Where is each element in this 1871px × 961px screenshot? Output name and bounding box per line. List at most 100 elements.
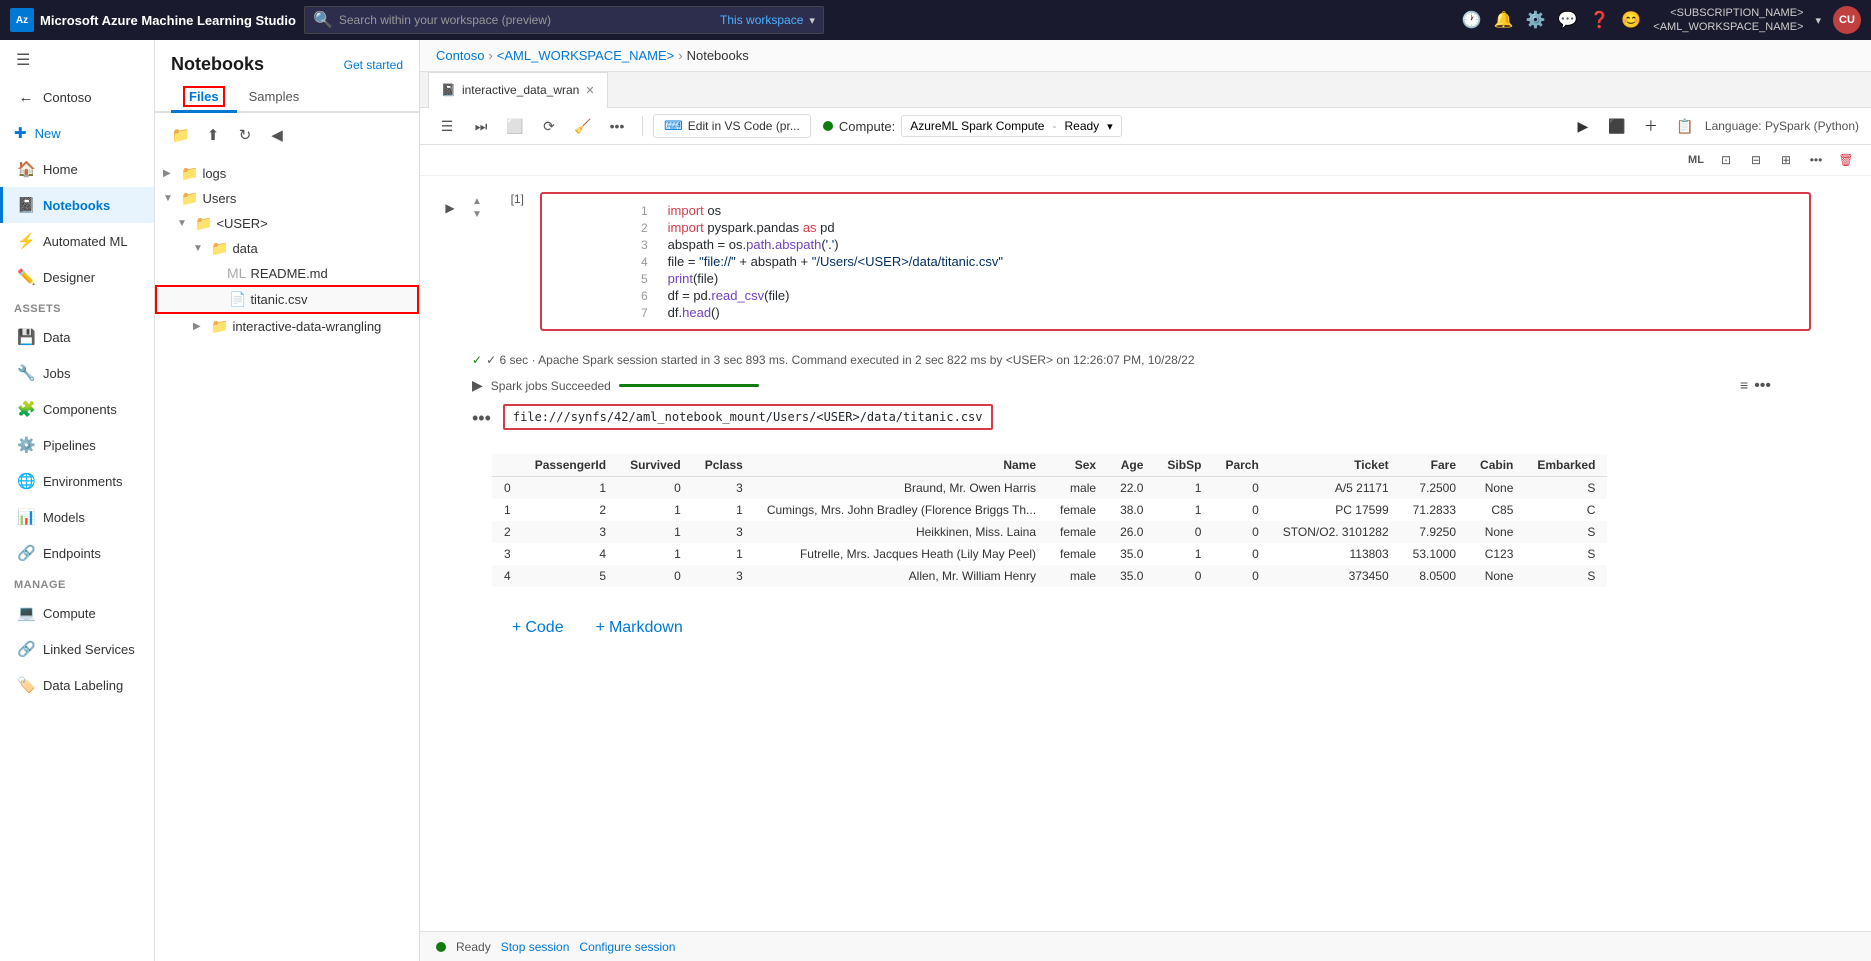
clock-icon[interactable]: 🕐 bbox=[1462, 10, 1482, 30]
hamburger-nb-btn[interactable]: ☰ bbox=[432, 112, 462, 140]
restart-btn[interactable]: ⟳ bbox=[534, 112, 564, 140]
df-cell-1-pclass: 1 bbox=[693, 499, 755, 521]
df-cell-2-embarked: S bbox=[1525, 521, 1607, 543]
avatar[interactable]: CU bbox=[1833, 6, 1861, 34]
workspace-filter-label[interactable]: This workspace bbox=[720, 13, 803, 27]
run-cell-btn[interactable]: ▶ bbox=[1569, 112, 1597, 140]
sidebar-item-models[interactable]: 📊 Models bbox=[0, 499, 154, 535]
search-input[interactable] bbox=[339, 13, 714, 27]
sidebar-item-components[interactable]: 🧩 Components bbox=[0, 391, 154, 427]
sidebar-item-linked-services[interactable]: 🔗 Linked Services bbox=[0, 631, 154, 667]
sidebar-endpoints-label: Endpoints bbox=[43, 546, 101, 561]
collapse-btn[interactable]: ◀ bbox=[263, 121, 291, 149]
more-btn[interactable]: ••• bbox=[602, 112, 632, 140]
sidebar-item-data-labeling[interactable]: 🏷️ Data Labeling bbox=[0, 667, 154, 703]
cell-ml-btn[interactable]: ML bbox=[1683, 147, 1709, 173]
get-started-link[interactable]: Get started bbox=[344, 58, 403, 72]
df-cell-4-survived: 0 bbox=[618, 565, 693, 587]
configure-session-link[interactable]: Configure session bbox=[579, 940, 675, 954]
tab-notebook-label: interactive_data_wran bbox=[462, 83, 579, 97]
clear-btn[interactable]: 🧹 bbox=[568, 112, 598, 140]
status-label: Ready bbox=[456, 940, 491, 954]
spark-progress-line bbox=[619, 384, 759, 387]
sidebar-jobs-label: Jobs bbox=[43, 366, 70, 381]
stop-cell-btn[interactable]: ⬛ bbox=[1603, 112, 1631, 140]
account-dropdown-icon[interactable]: ▾ bbox=[1815, 14, 1821, 27]
tab-files[interactable]: Files bbox=[171, 83, 237, 113]
sidebar-item-compute[interactable]: 💻 Compute bbox=[0, 595, 154, 631]
spark-arrow-icon: ▶ bbox=[472, 377, 483, 394]
sidebar-item-automated-ml[interactable]: ⚡ Automated ML bbox=[0, 223, 154, 259]
sidebar-home-label: Home bbox=[43, 162, 78, 177]
breadcrumb-contoso[interactable]: Contoso bbox=[436, 48, 484, 63]
stop-session-link[interactable]: Stop session bbox=[501, 940, 570, 954]
df-cell-2-pid: 3 bbox=[523, 521, 618, 543]
sidebar-item-designer[interactable]: ✏️ Designer bbox=[0, 259, 154, 295]
sidebar-item-environments[interactable]: 🌐 Environments bbox=[0, 463, 154, 499]
sidebar-item-endpoints[interactable]: 🔗 Endpoints bbox=[0, 535, 154, 571]
hamburger-menu[interactable]: ☰ bbox=[0, 40, 154, 80]
sidebar-back-contoso[interactable]: ← Contoso bbox=[0, 80, 154, 115]
tree-item-users[interactable]: ▼ 📁 Users bbox=[155, 186, 419, 211]
tree-item-user[interactable]: ▼ 📁 <USER> bbox=[155, 211, 419, 236]
tab-samples[interactable]: Samples bbox=[237, 83, 312, 113]
add-markdown-btn[interactable]: + Markdown bbox=[588, 615, 691, 641]
sidebar-components-label: Components bbox=[43, 402, 117, 417]
sidebar-item-notebooks[interactable]: 📓 Notebooks bbox=[0, 187, 154, 223]
tab-close-btn[interactable]: ✕ bbox=[585, 84, 594, 97]
df-cell-0-pclass: 3 bbox=[693, 477, 755, 500]
cell-play-btn[interactable]: ▶ bbox=[440, 198, 460, 218]
sidebar-item-pipelines[interactable]: ⚙️ Pipelines bbox=[0, 427, 154, 463]
interrupt-btn[interactable]: ⬜ bbox=[500, 112, 530, 140]
df-cell-1-cabin: C85 bbox=[1468, 499, 1525, 521]
df-cell-1-fare: 71.2833 bbox=[1401, 499, 1468, 521]
cell-collapse-btn[interactable]: ⊟ bbox=[1743, 147, 1769, 173]
cell-split-btn[interactable]: ⊞ bbox=[1773, 147, 1799, 173]
vs-code-btn[interactable]: ⌨ Edit in VS Code (pr... bbox=[653, 114, 811, 138]
smiley-icon[interactable]: 😊 bbox=[1621, 10, 1641, 30]
add-code-btn[interactable]: + Code bbox=[504, 615, 572, 641]
breadcrumb-workspace[interactable]: <AML_WORKSPACE_NAME> bbox=[497, 48, 674, 63]
folder-icon-users: 📁 bbox=[181, 190, 198, 207]
sidebar-new-button[interactable]: ✚ New bbox=[0, 115, 154, 151]
sidebar-item-jobs[interactable]: 🔧 Jobs bbox=[0, 355, 154, 391]
code-block-1[interactable]: 1 import os 2 import pyspark.pandas as p… bbox=[540, 192, 1811, 331]
sidebar-item-data[interactable]: 💾 Data bbox=[0, 319, 154, 355]
feedback-icon[interactable]: 💬 bbox=[1558, 10, 1578, 30]
upload-btn[interactable]: ⬆ bbox=[199, 121, 227, 149]
cell-expand-btn[interactable]: ⊡ bbox=[1713, 147, 1739, 173]
cell-more-tb-btn[interactable]: ••• bbox=[1803, 147, 1829, 173]
compute-dropdown-icon[interactable]: ▾ bbox=[1107, 120, 1113, 133]
refresh-btn[interactable]: ↻ bbox=[231, 121, 259, 149]
breadcrumb-sep1: › bbox=[488, 48, 492, 63]
tree-arrow-logs: ▶ bbox=[163, 168, 177, 179]
data-labeling-icon: 🏷️ bbox=[17, 676, 35, 694]
new-folder-btn[interactable]: 📁 bbox=[167, 121, 195, 149]
search-bar[interactable]: 🔍 This workspace ▾ bbox=[304, 6, 824, 34]
cell-delete-btn[interactable]: 🗑 bbox=[1833, 147, 1859, 173]
tree-item-readme[interactable]: ▶ ML README.md bbox=[155, 261, 419, 285]
subscription-name: <SUBSCRIPTION_NAME> bbox=[1653, 6, 1803, 20]
tree-item-interactive-data[interactable]: ▶ 📁 interactive-data-wrangling bbox=[155, 314, 419, 339]
bell-icon[interactable]: 🔔 bbox=[1494, 10, 1514, 30]
output-list-icon[interactable]: ≡ bbox=[1740, 377, 1748, 395]
azure-logo: Az bbox=[10, 8, 34, 32]
settings-icon[interactable]: ⚙️ bbox=[1526, 10, 1546, 30]
df-cell-1-sibsp: 1 bbox=[1155, 499, 1213, 521]
copy-cell-btn[interactable]: 📋 bbox=[1671, 112, 1699, 140]
compute-sep: - bbox=[1052, 119, 1056, 133]
tree-item-titanic-csv[interactable]: ▶ 📄 titanic.csv bbox=[155, 285, 419, 314]
help-icon[interactable]: ❓ bbox=[1589, 10, 1609, 30]
workspace-dropdown-icon[interactable]: ▾ bbox=[809, 14, 815, 27]
cell-up-btn[interactable]: ▲ bbox=[472, 196, 482, 207]
add-cell-tb-btn[interactable]: ＋ bbox=[1637, 112, 1665, 140]
notebook-tab-interactive[interactable]: 📓 interactive_data_wran ✕ bbox=[428, 72, 608, 108]
cell-more-dots[interactable]: ••• bbox=[472, 408, 491, 429]
tree-item-data[interactable]: ▼ 📁 data bbox=[155, 236, 419, 261]
cell-down-btn[interactable]: ▼ bbox=[472, 209, 482, 220]
tree-item-logs[interactable]: ▶ 📁 logs bbox=[155, 161, 419, 186]
sidebar-item-home[interactable]: 🏠 Home bbox=[0, 151, 154, 187]
output-more-icon[interactable]: ••• bbox=[1754, 377, 1771, 395]
compute-select[interactable]: AzureML Spark Compute - Ready ▾ bbox=[901, 115, 1122, 137]
run-all-btn[interactable]: ⏭ bbox=[466, 112, 496, 140]
